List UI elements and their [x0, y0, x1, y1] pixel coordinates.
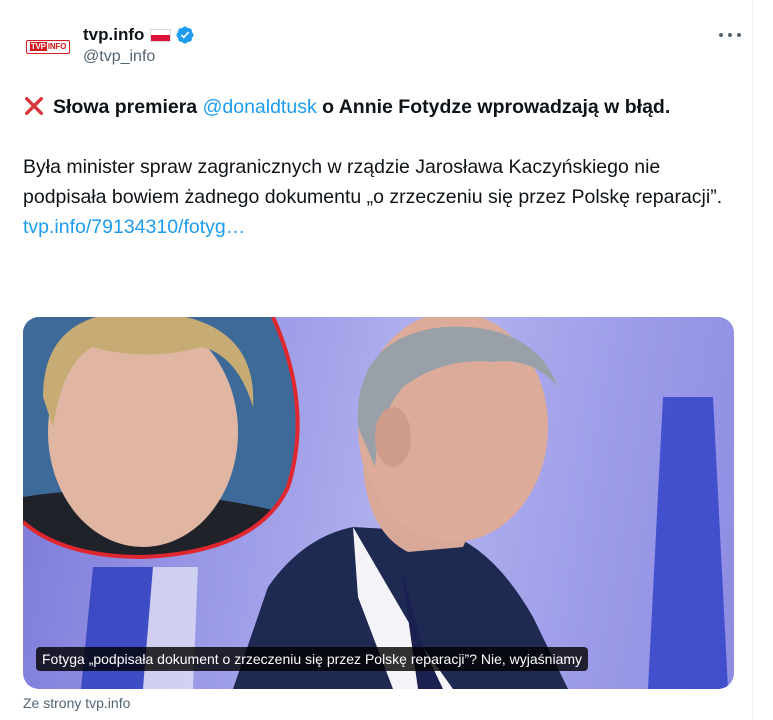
link-preview-card[interactable]: Fotyga „podpisała dokument o zrzeczeniu …	[23, 317, 734, 689]
tweet-headline: Słowa premiera @donaldtusk o Annie Fotyd…	[23, 92, 743, 122]
more-options-icon[interactable]	[719, 28, 741, 42]
link-source[interactable]: Ze strony tvp.info	[23, 695, 130, 711]
verified-badge-icon[interactable]	[175, 25, 195, 45]
timeline-border	[752, 0, 753, 720]
poland-flag-icon	[150, 28, 172, 42]
avatar[interactable]: TVP INFO	[23, 40, 73, 54]
author-block: tvp.info @tvp_info	[83, 24, 195, 66]
card-photo	[23, 317, 728, 689]
tvp-info-logo: TVP INFO	[25, 40, 71, 54]
article-link[interactable]: tvp.info/79134310/fotyg…	[23, 212, 743, 242]
tweet-body: Była minister spraw zagranicznych w rząd…	[23, 156, 723, 208]
card-caption: Fotyga „podpisała dokument o zrzeczeniu …	[36, 647, 589, 671]
red-x-icon	[25, 97, 43, 115]
display-name[interactable]: tvp.info	[83, 25, 144, 45]
headline-text-end: o Annie Fotydze wprowadzają w błąd.	[316, 96, 671, 118]
tweet-text: Słowa premiera @donaldtusk o Annie Fotyd…	[23, 92, 743, 242]
mention-link[interactable]: @donaldtusk	[203, 96, 317, 118]
account-handle[interactable]: @tvp_info	[83, 48, 195, 66]
headline-text-start: Słowa premiera	[53, 96, 203, 118]
tweet-header: TVP INFO tvp.info @tvp_info	[23, 22, 743, 72]
